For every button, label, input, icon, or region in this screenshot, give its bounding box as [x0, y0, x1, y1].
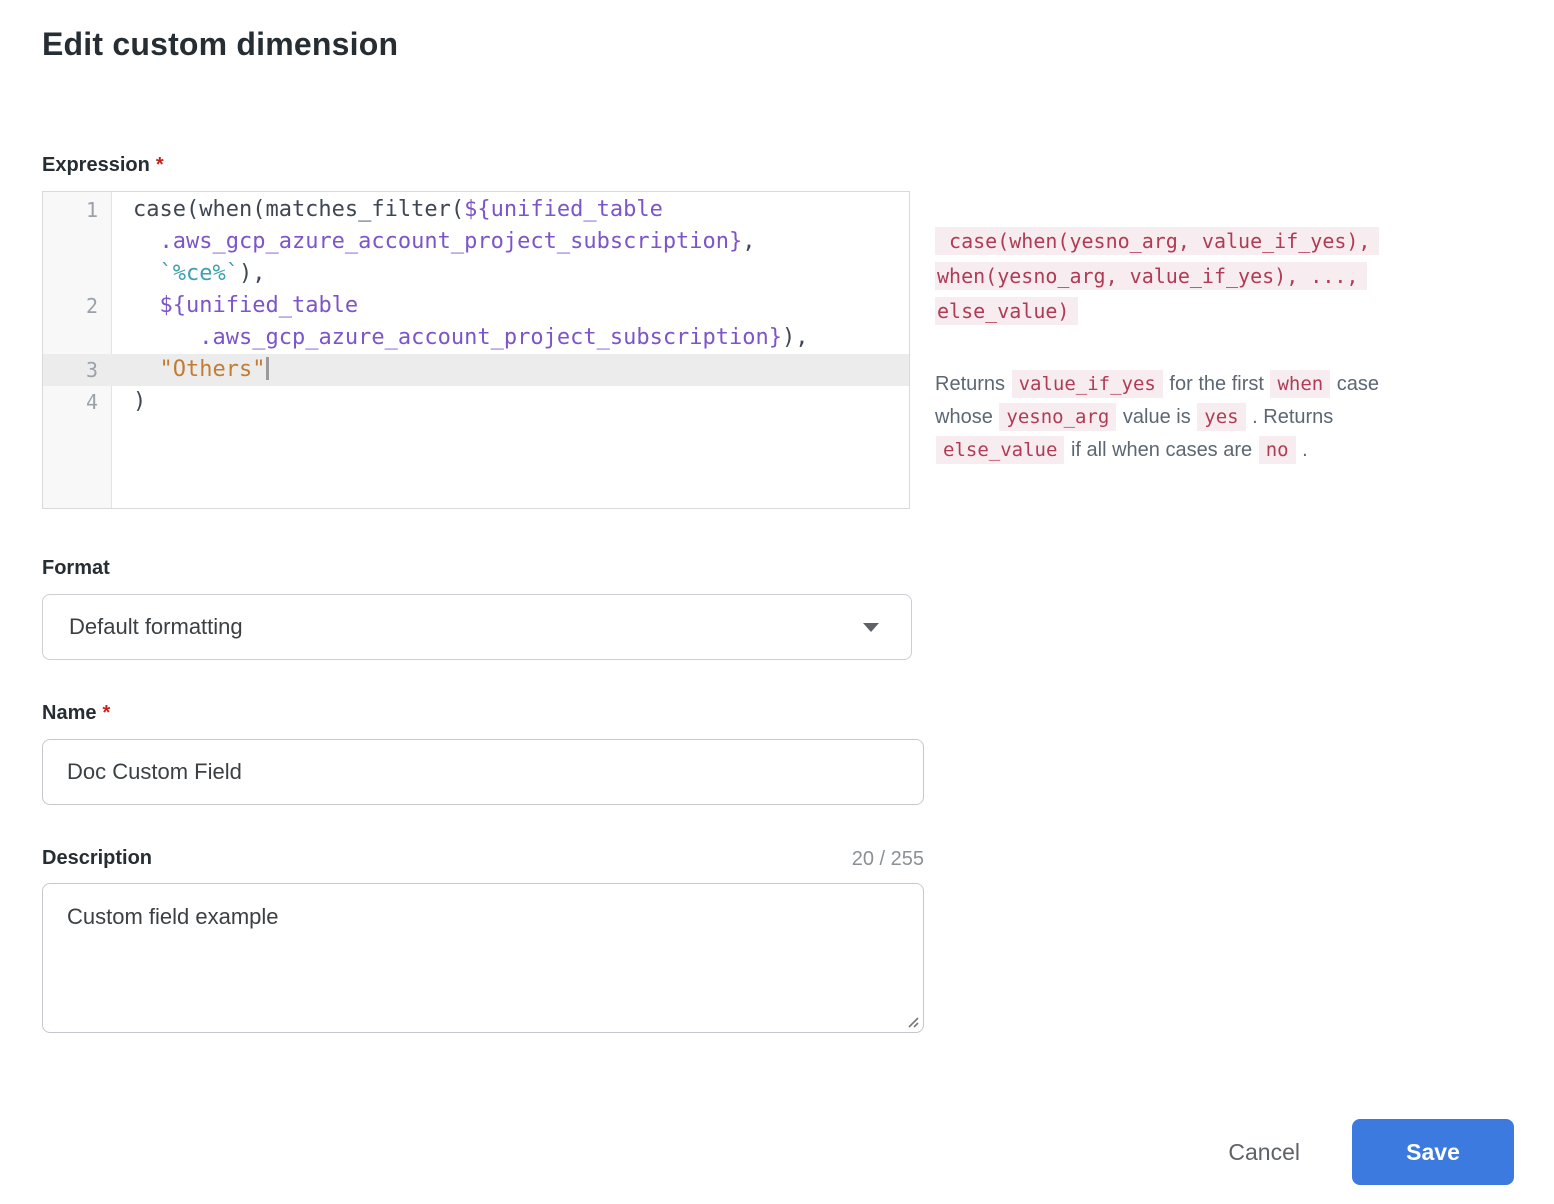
code-token: ), — [782, 325, 809, 350]
save-button[interactable]: Save — [1352, 1119, 1514, 1185]
format-label: Format — [42, 555, 1514, 581]
code-token: `%ce%` — [160, 261, 239, 286]
line-number: 3 — [43, 354, 111, 386]
format-select[interactable]: Default formatting — [42, 594, 912, 660]
signature-code-chip: case(when(yesno_arg, value_if_yes), — [935, 227, 1379, 255]
code-token: ${unified_table — [160, 293, 359, 318]
description-textarea[interactable]: Custom field example — [42, 883, 924, 1033]
footer-actions: Cancel Save — [42, 1119, 1514, 1185]
code-token: .aws_gcp_azure_account_project_subscript… — [160, 229, 743, 254]
code-text: "Others" — [111, 354, 269, 386]
code-line[interactable]: 4) — [43, 386, 909, 418]
edit-custom-dimension-dialog: Edit custom dimension Expression* 1case(… — [0, 0, 1554, 1185]
help-text: Returns — [935, 373, 1011, 395]
help-text: . — [1297, 439, 1308, 461]
code-line[interactable]: 2 ${unified_table — [43, 290, 909, 322]
cancel-button[interactable]: Cancel — [1210, 1129, 1318, 1176]
help-code-chip: yes — [1197, 403, 1245, 431]
description-header: Description 20 / 255 — [42, 845, 924, 871]
line-number: 2 — [43, 290, 111, 322]
code-token — [133, 261, 160, 286]
function-description: Returns value_if_yes for the first when … — [935, 368, 1435, 467]
code-text: .aws_gcp_azure_account_project_subscript… — [111, 322, 809, 354]
name-label: Name * — [42, 700, 1514, 726]
description-label: Description — [42, 845, 152, 871]
code-text: case(when(matches_filter(${unified_table — [111, 194, 663, 226]
help-text: if all when cases are — [1065, 439, 1257, 461]
code-line[interactable]: .aws_gcp_azure_account_project_subscript… — [43, 226, 909, 258]
page-title: Edit custom dimension — [42, 26, 1514, 63]
help-text: . Returns — [1247, 406, 1334, 428]
expression-label-text: Expression — [42, 154, 150, 176]
code-token: ) — [133, 389, 146, 414]
expression-row: 1case(when(matches_filter(${unified_tabl… — [42, 191, 1514, 509]
code-token: case(when(matches_filter( — [133, 197, 464, 222]
help-code-chip: else_value — [936, 436, 1064, 464]
expression-editor[interactable]: 1case(when(matches_filter(${unified_tabl… — [42, 191, 910, 509]
description-textarea-wrap: Custom field example — [42, 883, 924, 1033]
help-code-chip: when — [1270, 370, 1330, 398]
signature-line: else_value) — [935, 295, 1457, 330]
help-text: for the first — [1164, 373, 1270, 395]
char-counter: 20 / 255 — [852, 848, 924, 871]
expression-label: Expression * — [42, 152, 1514, 178]
code-token: ), — [239, 261, 266, 286]
signature-line: case(when(yesno_arg, value_if_yes), — [935, 225, 1457, 260]
code-line[interactable]: `%ce%`), — [43, 258, 909, 290]
function-signature: case(when(yesno_arg, value_if_yes), when(… — [935, 225, 1457, 330]
text-cursor — [266, 357, 269, 380]
line-number — [43, 226, 111, 258]
function-help-panel: case(when(yesno_arg, value_if_yes), when(… — [935, 225, 1457, 467]
help-code-chip: yesno_arg — [999, 403, 1116, 431]
code-text: `%ce%`), — [111, 258, 265, 290]
code-token — [133, 357, 160, 382]
code-line[interactable]: .aws_gcp_azure_account_project_subscript… — [43, 322, 909, 354]
code-token: "Others" — [160, 357, 266, 382]
expression-editor-rows: 1case(when(matches_filter(${unified_tabl… — [43, 194, 909, 418]
signature-code-chip: else_value) — [935, 297, 1078, 325]
code-text: ) — [111, 386, 146, 418]
line-number: 1 — [43, 194, 111, 226]
name-label-text: Name — [42, 702, 96, 724]
required-asterisk: * — [102, 702, 110, 724]
code-text: .aws_gcp_azure_account_project_subscript… — [111, 226, 756, 258]
line-number: 4 — [43, 386, 111, 418]
code-token — [133, 229, 160, 254]
name-input[interactable] — [42, 739, 924, 805]
required-asterisk: * — [156, 154, 164, 176]
help-code-chip: no — [1259, 436, 1296, 464]
code-line[interactable]: 1case(when(matches_filter(${unified_tabl… — [43, 194, 909, 226]
format-select-value: Default formatting — [69, 614, 243, 640]
signature-code-chip: when(yesno_arg, value_if_yes), ..., — [935, 262, 1367, 290]
line-number — [43, 258, 111, 290]
line-number — [43, 322, 111, 354]
code-text: ${unified_table — [111, 290, 358, 322]
code-line[interactable]: 3 "Others" — [43, 354, 909, 386]
help-code-chip: value_if_yes — [1012, 370, 1163, 398]
chevron-down-icon — [863, 623, 879, 632]
code-token — [133, 325, 199, 350]
code-token: .aws_gcp_azure_account_project_subscript… — [199, 325, 782, 350]
code-token: , — [742, 229, 755, 254]
signature-line: when(yesno_arg, value_if_yes), ..., — [935, 260, 1457, 295]
code-token: ${unified_table — [464, 197, 663, 222]
code-token — [133, 293, 160, 318]
help-text: value is — [1117, 406, 1196, 428]
